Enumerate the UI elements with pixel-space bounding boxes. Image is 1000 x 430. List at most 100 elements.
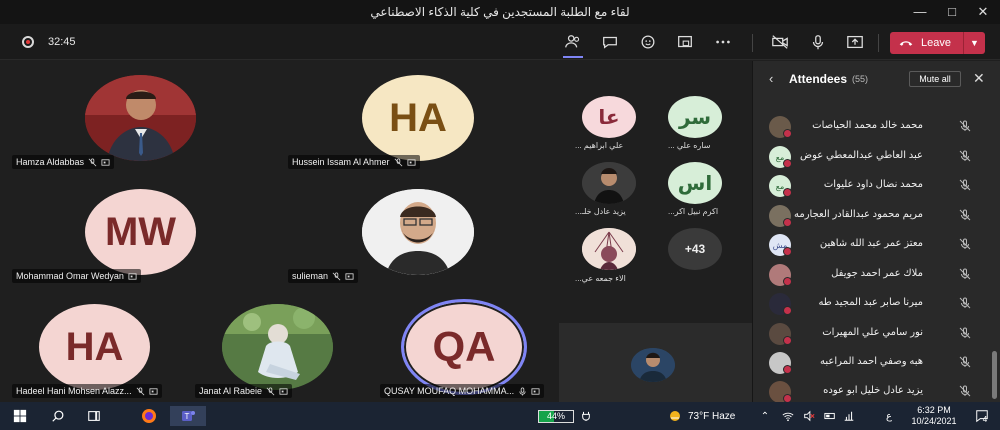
mic-off-icon[interactable] — [959, 179, 971, 191]
chat-icon[interactable] — [598, 32, 622, 52]
participant-name: QUSAY MOUFAQ MOHAMMA... — [384, 386, 515, 396]
participant-name-small: يزيد عادل خلـ... — [575, 207, 626, 216]
taskbar: T 44% 73°F Haze ⌃ ع 6:32 PM 10/24/2021 4 — [0, 402, 1000, 430]
attendee-row[interactable]: نور سامي علي المهيرات — [753, 320, 993, 346]
participant-avatar-small[interactable]: سر — [668, 96, 722, 138]
participants-icon[interactable] — [561, 32, 585, 58]
share-icon[interactable] — [843, 32, 867, 52]
teams-icon[interactable]: T — [170, 406, 206, 426]
person-photo — [582, 228, 636, 270]
overflow-participants-button[interactable]: +43 — [668, 228, 722, 270]
participant-name-small: اكرم نبيل اكر... — [668, 207, 719, 216]
attendee-row[interactable]: مش معتز عمر عبد الله شاهين — [753, 231, 993, 257]
pin-icon — [101, 158, 110, 166]
chevron-up-icon[interactable]: ⌃ — [758, 406, 772, 426]
attendee-avatar: مع — [769, 146, 792, 168]
windows-start-icon[interactable] — [8, 406, 32, 426]
task-view-icon[interactable] — [82, 406, 106, 426]
attendee-row[interactable]: ملاك عمر احمد جويفل — [753, 261, 993, 287]
minimize-button[interactable]: — — [905, 2, 935, 22]
pin-icon — [345, 272, 354, 280]
self-avatar-photo — [631, 348, 675, 382]
participant-namebar: Hamza Aldabbas — [12, 155, 115, 169]
chevron-left-icon[interactable]: ‹ — [769, 71, 773, 86]
participant-avatar-photo-small[interactable] — [582, 162, 636, 204]
mic-off-icon[interactable] — [959, 150, 971, 162]
participant-avatar-photo[interactable] — [222, 304, 333, 390]
mute-all-button[interactable]: Mute all — [909, 71, 961, 87]
attendee-row[interactable]: محمد خالد محمد الحياصات — [753, 113, 993, 139]
mic-off-icon[interactable] — [959, 297, 971, 309]
input-language[interactable]: ع — [882, 406, 896, 426]
participant-avatar-small[interactable]: عا — [582, 96, 636, 138]
participant-avatar[interactable]: MW — [85, 189, 196, 275]
battery-tray-icon[interactable] — [822, 406, 838, 426]
leave-label: Leave — [921, 37, 951, 49]
participant-namebar: Hussein Issam Al Ahmer — [288, 155, 420, 169]
attendee-avatar — [769, 205, 792, 227]
system-clock[interactable]: 6:32 PM 10/24/2021 — [905, 405, 963, 427]
mic-icon — [519, 386, 526, 396]
mic-off-icon[interactable] — [959, 238, 971, 250]
firefox-icon[interactable] — [137, 406, 161, 426]
video-stage: Hamza Aldabbas HA Hussein Issam Al Ahmer… — [0, 61, 752, 402]
participant-avatar[interactable]: HA — [39, 304, 150, 390]
mic-off-icon[interactable] — [959, 120, 971, 132]
hang-up-icon — [899, 41, 913, 46]
participant-name-small: الاء جمعه عي... — [575, 274, 626, 283]
participant-avatar[interactable]: HA — [362, 75, 474, 161]
notification-count: 4 — [982, 414, 988, 424]
camera-off-icon[interactable] — [768, 32, 792, 52]
person-photo — [582, 162, 636, 204]
person-photo — [362, 189, 474, 275]
rooms-icon[interactable] — [673, 32, 697, 52]
mic-off-icon[interactable] — [959, 209, 971, 221]
overflow-count: +43 — [684, 242, 706, 256]
participant-avatar-photo-small[interactable] — [582, 228, 636, 270]
close-button[interactable]: ✕ — [968, 2, 998, 22]
battery-indicator[interactable]: 44% — [538, 410, 574, 423]
mic-off-icon[interactable] — [959, 268, 971, 280]
attendees-header: ‹ Attendees (55) Mute all ✕ — [753, 61, 1000, 95]
attendee-row[interactable]: مع محمد نضال داود عليوات — [753, 172, 993, 198]
wifi-icon[interactable] — [780, 406, 796, 426]
participant-avatar-small[interactable]: اس — [668, 162, 722, 204]
mic-icon[interactable] — [806, 32, 830, 52]
participant-avatar-photo[interactable] — [362, 189, 474, 275]
maximize-button[interactable]: □ — [937, 2, 967, 22]
panel-title: Attendees — [789, 72, 848, 86]
mic-off-icon[interactable] — [959, 327, 971, 339]
close-icon[interactable]: ✕ — [973, 70, 985, 87]
attendee-row[interactable]: مريم محمود عبدالقادر العجارمه — [753, 202, 993, 228]
participant-name: sulieman — [292, 271, 329, 281]
weather-text[interactable]: 73°F Haze — [688, 406, 746, 426]
attendee-row[interactable]: مع عبد العاطي عبدالمعطي عوض — [753, 143, 993, 169]
attendee-avatar: مع — [769, 175, 792, 197]
mic-off-icon — [88, 157, 97, 166]
search-icon[interactable] — [46, 406, 70, 426]
panel-scrollbar[interactable] — [992, 351, 997, 399]
leave-button[interactable]: Leave ▼ — [890, 32, 985, 54]
charging-plug-icon — [578, 406, 594, 426]
participant-avatar-photo[interactable] — [85, 75, 196, 161]
clock-date: 10/24/2021 — [911, 416, 957, 426]
mic-off-icon[interactable] — [959, 356, 971, 368]
participant-name: Janat Al Rabeie — [199, 386, 263, 396]
reactions-icon[interactable] — [636, 32, 660, 52]
notifications-icon[interactable]: 4 — [970, 406, 992, 426]
person-photo — [85, 75, 196, 161]
participant-name: Hamza Aldabbas — [16, 157, 85, 167]
volume-muted-icon[interactable] — [801, 406, 817, 426]
mic-off-icon[interactable] — [959, 385, 971, 397]
battery-percent: 44% — [546, 411, 565, 421]
attendee-avatar: مش — [769, 234, 792, 256]
self-view-tile[interactable] — [559, 323, 752, 402]
network-icon[interactable] — [842, 406, 856, 426]
attendee-row[interactable]: ميرنا صابر عبد المجيد طه — [753, 290, 993, 316]
participant-avatar-speaking[interactable]: QA — [401, 299, 527, 395]
more-icon[interactable] — [711, 32, 735, 52]
chevron-down-icon[interactable]: ▼ — [963, 32, 985, 54]
attendee-row[interactable]: هبه وصفي احمد المراعبه — [753, 349, 993, 375]
attendee-row[interactable]: يزيد عادل خليل ابو عوده — [753, 378, 993, 404]
toolbar-separator — [878, 34, 879, 52]
